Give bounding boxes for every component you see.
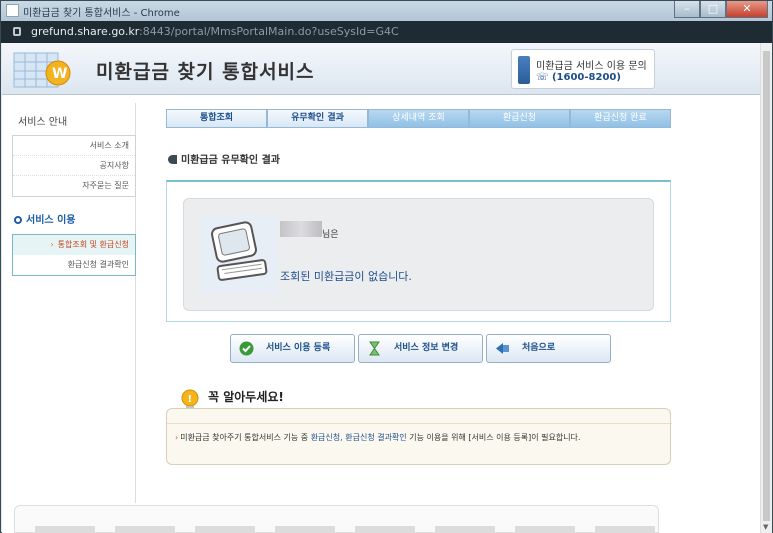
step-2: 유무확인 결과 [267,109,368,128]
url-path: :8443/portal/MmsPortalMain.do?useSysId=G… [139,25,399,38]
section-title: 미환급금 유무확인 결과 [168,151,280,166]
browser-window: 미환급금 찾기 통합서비스 - Chrome – □ ✕ grefund.sha… [0,0,773,533]
sidebar-active-heading[interactable]: 서비스 이용 [14,211,75,226]
footer-links-strip [35,526,655,532]
change-info-button[interactable]: 서비스 정보 변경 [358,334,483,363]
result-inner-box: 님은 조회된 미환급금이 없습니다. [183,198,654,311]
notice-suffix: 기능 이용을 위해 [서비스 이용 등록]이 필요합니다. [406,433,581,442]
notice-link-refund[interactable]: 환급신청 [311,433,340,442]
home-label: 처음으로 [522,343,556,353]
notice-text: 미환급금 찾아주기 통합서비스 기능 중 환급신청, 환급신청 결과확인 기능 … [175,432,580,443]
sidebar-item-faq[interactable]: 자주묻는 질문 [13,176,135,196]
register-label: 서비스 이용 등록 [266,343,331,353]
sidebar-item-result[interactable]: 환급신청 결과확인 [13,255,135,275]
hourglass-icon [369,341,380,356]
circle-bullet-icon [14,216,22,224]
site-title[interactable]: 미환급금 찾기 통합서비스 [96,57,315,84]
sidebar-item-lookup[interactable]: 통합조회 및 환급신청 [13,235,135,255]
url-text[interactable]: grefund.share.go.kr:8443/portal/MmsPorta… [31,25,399,38]
notice-divider [167,423,672,424]
notice-box: 미환급금 찾아주기 통합서비스 기능 중 환급신청, 환급신청 결과확인 기능 … [166,408,672,465]
phone-icon [518,56,530,84]
maximize-button[interactable]: □ [700,1,726,18]
action-buttons: 서비스 이용 등록 서비스 정보 변경 처음으로 [230,334,611,363]
home-button[interactable]: 처음으로 [486,334,611,363]
title-bar: 미환급금 찾기 통합서비스 - Chrome – □ ✕ [1,1,772,21]
sidebar-info-box: 서비스 소개 공지사항 자주묻는 질문 [12,135,136,197]
section-title-text: 미환급금 유무확인 결과 [181,155,280,166]
section-bullet-icon [168,155,177,164]
svg-text:!: ! [188,394,193,405]
page-footer [14,505,659,533]
notice-link-result[interactable]: 환급신청 결과확인 [345,433,406,442]
logo-icon: W [13,52,71,88]
site-header: W 미환급금 찾기 통합서비스 미환급금 서비스 이용 문의 ☏ (1600-8… [2,43,760,95]
sidebar-heading: 서비스 안내 [18,117,68,128]
scroll-down-icon[interactable]: ▼ [763,523,768,531]
step-4: 환급신청 [469,109,570,128]
sidebar: 서비스 안내 서비스 소개 공지사항 자주묻는 질문 서비스 이용 통합조회 및… [2,103,136,503]
contact-box: 미환급금 서비스 이용 문의 ☏ (1600-8200) [511,49,655,89]
computer-icon [200,215,278,293]
contact-number: ☏ (1600-8200) [536,72,621,83]
svg-text:W: W [52,66,67,82]
scrollbar[interactable]: ▼ [760,43,772,533]
window-title: 미환급금 찾기 통합서비스 - Chrome [23,8,180,19]
step-5: 환급신청 완료 [570,109,671,128]
app-icon [6,4,19,17]
notice-prefix: 미환급금 찾아주기 통합서비스 기능 중 [180,433,311,442]
window-controls: – □ ✕ [674,1,768,19]
sidebar-active-label: 서비스 이용 [26,215,76,226]
back-arrow-icon [496,343,509,354]
url-host: grefund.share.go.kr [31,25,140,38]
check-icon [239,341,254,356]
contact-label: 미환급금 서비스 이용 문의 [536,61,647,72]
name-suffix: 님은 [322,230,339,240]
sidebar-item-intro[interactable]: 서비스 소개 [13,136,135,156]
result-panel: 님은 조회된 미환급금이 없습니다. [166,180,671,322]
minimize-button[interactable]: – [674,1,700,18]
address-bar[interactable]: grefund.share.go.kr:8443/portal/MmsPorta… [1,21,772,43]
change-info-label: 서비스 정보 변경 [394,343,459,353]
lock-icon [13,27,21,36]
close-button[interactable]: ✕ [726,1,768,18]
step-1: 통합조회 [166,109,267,128]
page-viewport: W 미환급금 찾기 통합서비스 미환급금 서비스 이용 문의 ☏ (1600-8… [2,43,772,533]
step-3: 상세내역 조회 [368,109,469,128]
scrollbar-thumb[interactable] [763,51,770,521]
notice-title: 꼭 알아두세요! [208,390,284,404]
register-button[interactable]: 서비스 이용 등록 [230,334,355,363]
sidebar-use-box: 통합조회 및 환급신청 환급신청 결과확인 [12,234,136,276]
sidebar-item-notice[interactable]: 공지사항 [13,156,135,176]
result-message: 조회된 미환급금이 없습니다. [280,270,412,283]
progress-steps: 통합조회 유무확인 결과 상세내역 조회 환급신청 환급신청 완료 [166,109,671,128]
masked-user-name [280,221,322,237]
